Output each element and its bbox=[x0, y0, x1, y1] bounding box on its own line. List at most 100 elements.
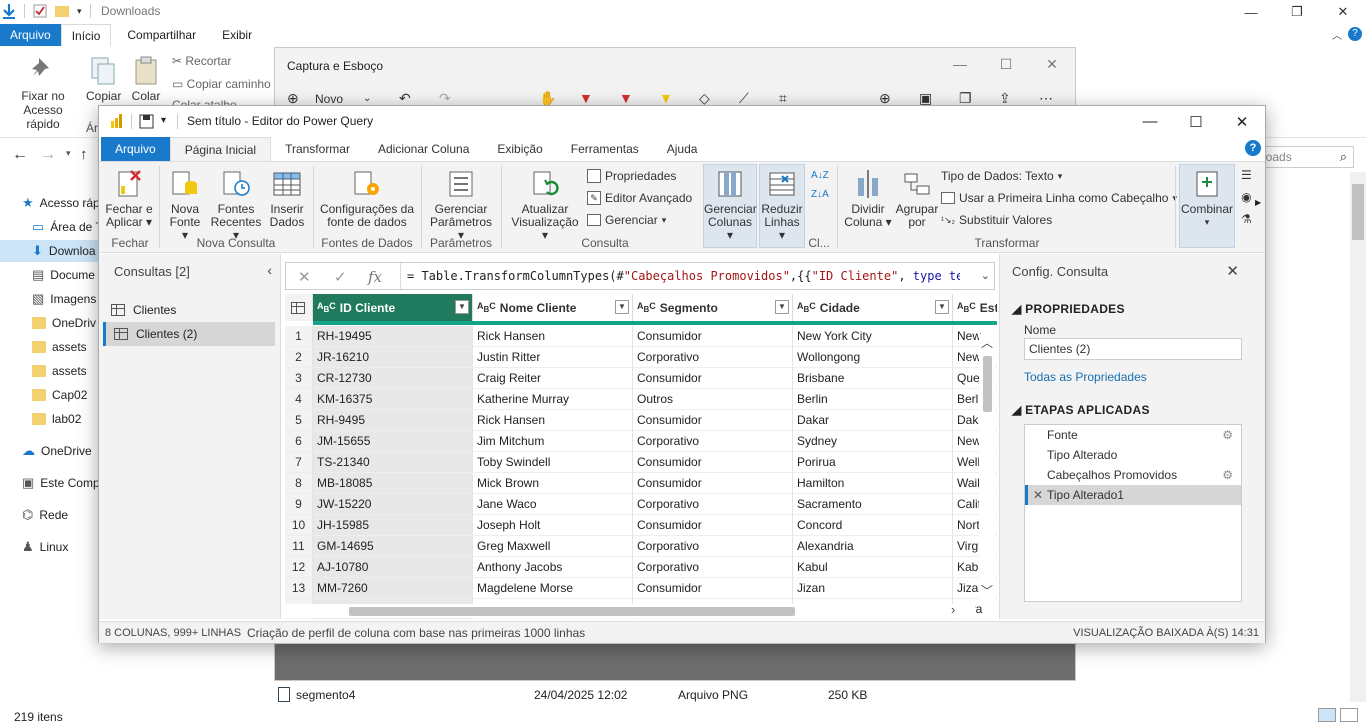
column-filter-icon[interactable]: ▼ bbox=[455, 300, 469, 314]
ballpoint-pen-icon[interactable]: ▼ bbox=[579, 90, 593, 106]
table-cell[interactable]: Consumidor bbox=[633, 452, 793, 473]
sort-descending-icon[interactable]: Z↓A bbox=[811, 189, 829, 200]
table-cell[interactable]: Greg Maxwell bbox=[473, 536, 633, 557]
data-source-settings-button[interactable]: Configurações da fonte de dados bbox=[317, 168, 417, 229]
nav-item[interactable]: ▭ Área de T bbox=[32, 216, 103, 238]
minimize-icon[interactable]: — bbox=[937, 48, 983, 80]
details-view-icon[interactable] bbox=[1318, 708, 1336, 722]
close-icon[interactable]: ✕ bbox=[1029, 48, 1075, 80]
applied-step[interactable]: Cabeçalhos Promovidos ⚙ bbox=[1025, 465, 1241, 485]
explorer-tab-inicio[interactable]: Início bbox=[60, 24, 112, 46]
applied-step[interactable]: Tipo Alterado bbox=[1025, 445, 1241, 465]
grid-hscroll-thumb[interactable] bbox=[349, 607, 795, 616]
table-cell[interactable]: GM-14695 bbox=[313, 536, 473, 557]
use-first-row-button[interactable]: Usar a Primeira Linha como Cabeçalho▾ bbox=[941, 191, 1177, 205]
table-cell[interactable]: Berlin bbox=[793, 389, 953, 410]
enter-data-button[interactable]: Inserir Dados bbox=[267, 168, 307, 229]
pq-help-icon[interactable]: ? bbox=[1245, 140, 1261, 156]
query-item-selected[interactable]: Clientes (2) bbox=[103, 322, 275, 346]
table-cell[interactable]: AJ-10780 bbox=[313, 557, 473, 578]
nav-item[interactable]: Cap02 bbox=[32, 384, 87, 406]
applied-step[interactable]: ✕ Tipo Alterado1 bbox=[1025, 485, 1241, 505]
nav-item[interactable]: ▧ Imagens bbox=[32, 288, 96, 310]
grid-scroll-thumb[interactable] bbox=[983, 356, 992, 412]
table-cell[interactable]: Toby Swindell bbox=[473, 452, 633, 473]
table-cell[interactable]: Sacramento bbox=[793, 494, 953, 515]
table-cell[interactable]: Corporativo bbox=[633, 431, 793, 452]
tab-pagina-inicial[interactable]: Página Inicial bbox=[169, 137, 272, 161]
minimize-icon[interactable]: — bbox=[1127, 106, 1173, 137]
table-cell[interactable]: Justin Ritter bbox=[473, 347, 633, 368]
table-cell[interactable]: Porirua bbox=[793, 452, 953, 473]
new-snip-label[interactable]: Novo bbox=[315, 92, 343, 106]
restore-icon[interactable]: ❐ bbox=[1274, 0, 1320, 24]
query-name-input[interactable]: Clientes (2) bbox=[1024, 338, 1242, 360]
table-cell[interactable]: Corporativo bbox=[633, 347, 793, 368]
combine-button[interactable]: Combinar ▾ bbox=[1179, 164, 1235, 248]
table-cell[interactable]: RH-9495 bbox=[313, 410, 473, 431]
column-filter-icon[interactable]: ▼ bbox=[775, 300, 789, 314]
all-properties-link[interactable]: Todas as Propriedades bbox=[1024, 370, 1147, 384]
new-folder-icon[interactable] bbox=[55, 5, 69, 17]
close-icon[interactable]: ✕ bbox=[1320, 0, 1366, 24]
manage-parameters-button[interactable]: Gerenciar Parâmetros ▾ bbox=[427, 168, 495, 242]
properties-button[interactable]: Propriedades bbox=[587, 169, 676, 183]
nav-item[interactable]: ☁ OneDrive bbox=[22, 440, 92, 462]
grid-horizontal-scrollbar[interactable]: › bbox=[285, 602, 975, 618]
table-cell[interactable]: Kabul bbox=[793, 557, 953, 578]
table-cell[interactable]: Consumidor bbox=[633, 410, 793, 431]
nav-item[interactable]: ★ Acesso ráp bbox=[22, 192, 100, 214]
explorer-tab-exibir[interactable]: Exibir bbox=[206, 24, 262, 46]
explorer-vertical-scrollbar[interactable] bbox=[1350, 172, 1366, 702]
table-cell[interactable]: Mick Brown bbox=[473, 473, 633, 494]
column-header[interactable]: ABC Nome Cliente ▼ bbox=[473, 294, 633, 321]
column-filter-icon[interactable]: ▼ bbox=[615, 300, 629, 314]
table-cell[interactable]: Alexandria bbox=[793, 536, 953, 557]
table-cell[interactable]: Jizan bbox=[793, 578, 953, 599]
data-type-dropdown[interactable]: Tipo de Dados: Texto ▾ bbox=[941, 169, 1062, 183]
table-cell[interactable]: MM-7260 bbox=[313, 578, 473, 599]
new-source-button[interactable]: Nova Fonte ▾ bbox=[165, 168, 205, 242]
table-cell[interactable]: Sydney bbox=[793, 431, 953, 452]
nav-item[interactable]: assets bbox=[32, 360, 87, 382]
table-cell[interactable]: Dakar bbox=[793, 410, 953, 431]
manage-columns-button[interactable]: Gerenciar Colunas ▾ bbox=[703, 164, 757, 248]
step-settings-gear-icon[interactable]: ⚙ bbox=[1222, 465, 1233, 485]
text-type-icon[interactable]: ABC bbox=[957, 301, 976, 313]
minimize-icon[interactable]: — bbox=[1228, 0, 1274, 24]
forward-arrow-icon[interactable]: → bbox=[40, 146, 56, 164]
back-arrow-icon[interactable]: ← bbox=[12, 146, 28, 164]
column-filter-icon[interactable]: ▼ bbox=[935, 300, 949, 314]
text-type-icon[interactable]: ABC bbox=[317, 301, 336, 313]
split-column-button[interactable]: Dividir Coluna ▾ bbox=[843, 168, 893, 229]
table-cell[interactable]: MB-18085 bbox=[313, 473, 473, 494]
refresh-preview-button[interactable]: Atualizar Visualização ▾ bbox=[507, 168, 583, 242]
explorer-scroll-thumb[interactable] bbox=[1352, 184, 1364, 240]
confirm-formula-icon[interactable]: ✓ bbox=[334, 268, 347, 286]
close-apply-button[interactable]: Fechar e Aplicar ▾ bbox=[105, 168, 153, 229]
grid-vertical-scrollbar[interactable]: ︿ ﹀ bbox=[979, 334, 995, 600]
nav-item[interactable]: ♟ Linux bbox=[22, 536, 68, 558]
table-cell[interactable]: KM-16375 bbox=[313, 389, 473, 410]
cancel-formula-icon[interactable]: ✕ bbox=[298, 268, 311, 286]
table-cell[interactable]: Magdelene Morse bbox=[473, 578, 633, 599]
table-cell[interactable]: Rick Hansen bbox=[473, 326, 633, 347]
column-header[interactable]: ABCEsta bbox=[953, 294, 997, 321]
applied-step[interactable]: Fonte ⚙ bbox=[1025, 425, 1241, 445]
list-icon[interactable]: ☰ bbox=[1241, 168, 1252, 182]
formula-input[interactable]: = Table.TransformColumnTypes(#"Cabeçalho… bbox=[400, 263, 960, 289]
file-list-row[interactable]: segmento4 24/04/2025 12:02 Arquivo PNG 2… bbox=[272, 686, 1072, 706]
save-icon[interactable] bbox=[139, 114, 154, 129]
flask-icon[interactable]: ⚗ bbox=[1241, 212, 1252, 226]
nav-item[interactable]: assets bbox=[32, 336, 87, 358]
maximize-icon[interactable]: ☐ bbox=[983, 48, 1029, 80]
column-header[interactable]: ABC Segmento ▼ bbox=[633, 294, 793, 321]
nav-item[interactable]: ▣ Este Comp bbox=[22, 472, 100, 494]
tab-exibicao[interactable]: Exibição bbox=[483, 137, 556, 161]
group-by-button[interactable]: Agrupar por bbox=[893, 168, 941, 229]
tab-arquivo[interactable]: Arquivo bbox=[101, 137, 170, 161]
table-cell[interactable]: CR-12730 bbox=[313, 368, 473, 389]
pencil-icon[interactable]: ▼ bbox=[619, 90, 633, 106]
step-settings-gear-icon[interactable]: ⚙ bbox=[1222, 425, 1233, 445]
grid-corner-menu[interactable] bbox=[285, 294, 313, 321]
